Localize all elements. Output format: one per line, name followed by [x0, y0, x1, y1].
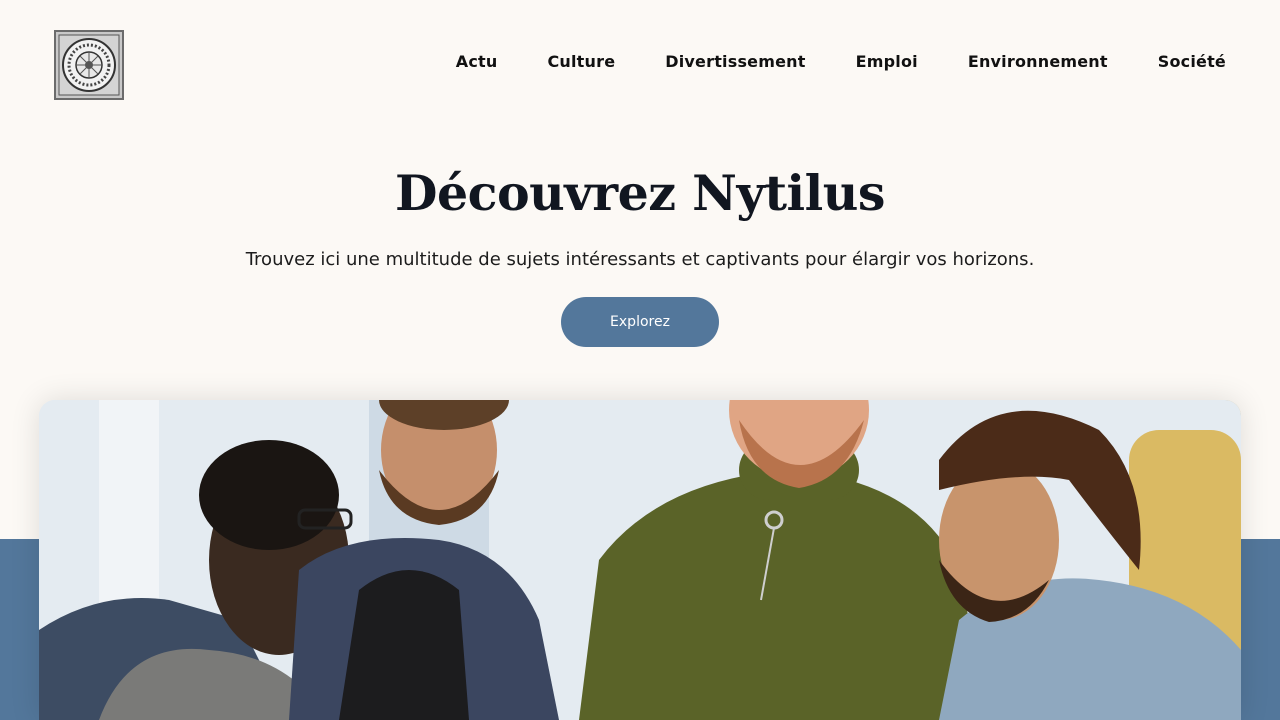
site-header: Actu Culture Divertissement Emploi Envir…	[0, 0, 1280, 128]
group-photo-illustration	[39, 400, 1241, 720]
logo[interactable]	[54, 30, 124, 100]
explore-button[interactable]: Explorez	[561, 297, 719, 347]
nav-item-emploi[interactable]: Emploi	[856, 52, 918, 71]
nav-item-environnement[interactable]: Environnement	[968, 52, 1108, 71]
nav-item-culture[interactable]: Culture	[547, 52, 615, 71]
hero-image	[39, 400, 1241, 720]
main-nav: Actu Culture Divertissement Emploi Envir…	[456, 52, 1226, 71]
nav-item-divertissement[interactable]: Divertissement	[665, 52, 805, 71]
hero-subtitle: Trouvez ici une multitude de sujets inté…	[245, 249, 1035, 270]
hero-title: Découvrez Nytilus	[395, 164, 886, 222]
logo-emblem-icon	[58, 34, 120, 96]
nav-item-societe[interactable]: Société	[1158, 52, 1226, 71]
nav-item-actu[interactable]: Actu	[456, 52, 498, 71]
